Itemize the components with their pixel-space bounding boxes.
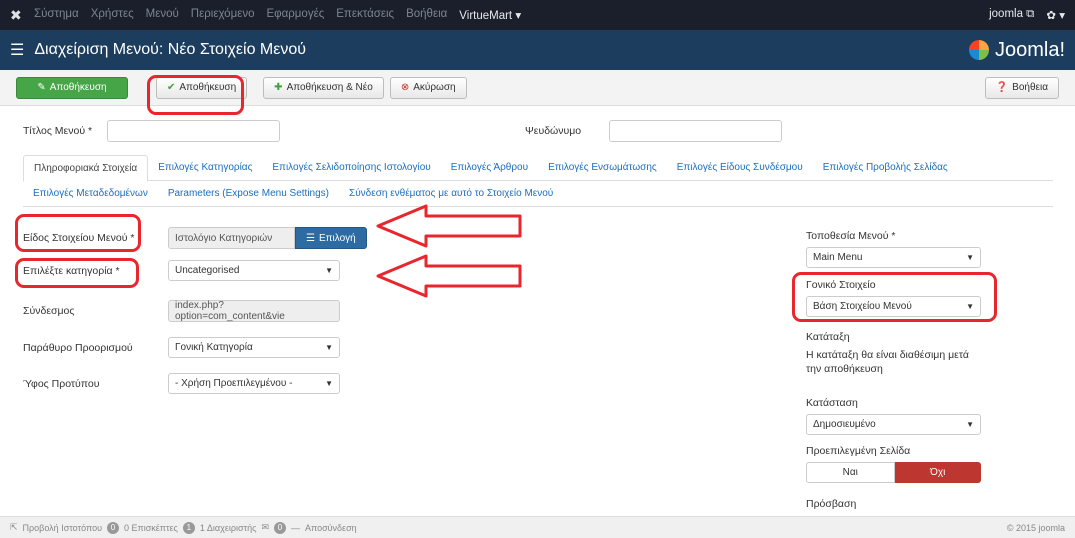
list-icon: ☰: [306, 232, 315, 244]
alias-label: Ψευδώνυμο: [525, 125, 582, 137]
tab-category-options[interactable]: Επιλογές Κατηγορίας: [148, 155, 262, 181]
envelope-icon: ✉: [261, 522, 269, 532]
joomla-brand: Joomla!: [968, 38, 1065, 62]
tab-link-type[interactable]: Επιλογές Είδους Συνδέσμου: [667, 155, 813, 181]
template-style-select[interactable]: - Χρήση Προεπιλεγμένου - ▼: [168, 373, 340, 394]
status-select[interactable]: Δημοσιευμένο ▼: [806, 414, 981, 435]
visitors-badge: 0: [107, 521, 119, 534]
alias-input[interactable]: [609, 120, 782, 142]
page-title: Διαχείριση Μενού: Νέο Στοιχείο Μενού: [34, 41, 307, 58]
highlight-category: [15, 258, 139, 288]
logout-link[interactable]: Αποσύνδεση: [305, 523, 357, 533]
select-type-button[interactable]: ☰ Επιλογή: [295, 227, 367, 249]
menu-components[interactable]: Εφαρμογές: [266, 8, 324, 22]
link-input: index.php?option=com_content&vie: [168, 300, 340, 322]
tab-integration[interactable]: Επιλογές Ενσωμάτωσης: [538, 155, 667, 181]
tab-blog-layout[interactable]: Επιλογές Σελιδοποίησης Ιστολογίου: [262, 155, 440, 181]
save-close-button[interactable]: ✎ Αποθήκευση: [16, 76, 128, 99]
ordering-note: Η κατάταξη θα είναι διαθέσιμη μετά την α…: [806, 349, 969, 375]
messages-badge: 0: [273, 521, 286, 534]
tab-expose-menu[interactable]: Parameters (Expose Menu Settings): [158, 181, 339, 207]
menu-item-type-value: Ιστολόγιο Κατηγοριών: [168, 227, 295, 249]
link-label: Σύνδεσμος: [23, 305, 75, 317]
menu-location-label: Τοποθεσία Μενού *: [806, 230, 896, 242]
menu-virtuemart[interactable]: VirtueMart ▾: [459, 8, 521, 22]
status-field: Κατάσταση Δημοσιευμένο ▼: [806, 397, 981, 435]
site-link[interactable]: joomla ⧉: [989, 8, 1034, 22]
chevron-down-icon: ▼: [325, 343, 333, 352]
ordering-field: Κατάταξη Η κατάταξη θα είναι διαθέσιμη μ…: [806, 331, 981, 381]
default-page-label: Προεπιλεγμένη Σελίδα: [806, 445, 911, 457]
highlight-parent-item: [792, 272, 997, 322]
settings-gear-icon[interactable]: ✿ ▾: [1046, 8, 1065, 22]
status-label: Κατάσταση: [806, 397, 858, 409]
question-icon: ❓: [995, 82, 1009, 93]
help-button[interactable]: ❓ Βοήθεια: [984, 76, 1059, 99]
menu-location-select[interactable]: Main Menu ▼: [806, 247, 981, 268]
title-row: Τίτλος Μενού * Ψευδώνυμο: [23, 120, 782, 142]
default-page-no-button[interactable]: Ναι: [806, 462, 895, 483]
template-style-label: Ύφος Προτύπου: [23, 377, 100, 390]
joomla-brand-icon: [968, 40, 989, 60]
highlight-save: [147, 75, 244, 115]
tab-bar: Πληροφοριακά Στοιχεία Επιλογές Κατηγορία…: [23, 154, 1053, 207]
list-menu-icon: ☰: [10, 42, 25, 59]
cancel-icon: ⊗: [400, 82, 410, 93]
menu-system[interactable]: Σύστημα: [34, 8, 79, 22]
external-link-icon: ⇱: [10, 522, 18, 532]
access-label: Πρόσβαση: [806, 498, 857, 510]
target-window-label: Παράθυρο Προορισμού: [23, 341, 133, 354]
visitors-text: 0 Επισκέπτες: [124, 522, 178, 533]
save-new-button[interactable]: ✚ Αποθήκευση & Νέο: [263, 76, 384, 99]
view-site-link[interactable]: Προβολή Ιστοτόπου: [23, 523, 102, 533]
menu-menus[interactable]: Μενού: [146, 8, 179, 22]
title-label: Τίτλος Μενού *: [23, 125, 93, 137]
menu-location-field: Τοποθεσία Μενού * Main Menu ▼: [806, 230, 981, 268]
brand-text: Joomla!: [994, 38, 1065, 61]
chevron-down-icon: ▼: [325, 379, 333, 388]
minus-icon: —: [290, 522, 300, 533]
highlight-item-type: [15, 214, 141, 252]
copyright: © 2015 joomla: [1006, 522, 1065, 533]
menu-help[interactable]: Βοήθεια: [406, 8, 447, 22]
tab-article-options[interactable]: Επιλογές Άρθρου: [441, 155, 538, 181]
chevron-down-icon: ▼: [966, 420, 974, 429]
default-page-yes-button[interactable]: Όχι: [894, 462, 981, 483]
arrow-left-icon: [376, 254, 522, 298]
default-page-toggle: Ναι Όχι: [806, 462, 981, 483]
admin-topbar: ✖ Σύστημα Χρήστες Μενού Περιεχόμενο Εφαρ…: [0, 0, 1075, 30]
field-target-window: Παράθυρο Προορισμού Γονική Κατηγορία ▼: [23, 337, 340, 358]
tab-page-display[interactable]: Επιλογές Προβολής Σελίδας: [813, 155, 958, 181]
menu-users[interactable]: Χρήστες: [91, 8, 134, 22]
page-header: ☰ Διαχείριση Μενού: Νέο Στοιχείο Μενού J…: [0, 30, 1075, 70]
admin-menu: Σύστημα Χρήστες Μενού Περιεχόμενο Εφαρμο…: [34, 8, 521, 22]
tab-metadata[interactable]: Επιλογές Μεταδεδομένων: [23, 181, 158, 207]
chevron-down-icon: ▼: [325, 266, 333, 275]
category-select[interactable]: Uncategorised ▼: [168, 260, 340, 281]
admins-badge: 1: [182, 521, 195, 534]
status-bar: ⇱ Προβολή Ιστοτόπου 0 0 Επισκέπτες 1 1 Δ…: [0, 516, 1075, 538]
target-window-select[interactable]: Γονική Κατηγορία ▼: [168, 337, 340, 358]
edit-icon: ✎: [37, 82, 46, 93]
cancel-button[interactable]: ⊗ Ακύρωση: [389, 76, 467, 99]
menu-extensions[interactable]: Επεκτάσεις: [336, 8, 394, 22]
chevron-down-icon: ▼: [966, 253, 974, 262]
joomla-logo-icon[interactable]: ✖: [10, 7, 34, 24]
field-link: Σύνδεσμος index.php?option=com_content&v…: [23, 300, 340, 322]
plus-icon: ✚: [274, 82, 283, 93]
menu-content[interactable]: Περιεχόμενο: [191, 8, 255, 22]
default-page-field: Προεπιλεγμένη Σελίδα Ναι Όχι: [806, 445, 981, 483]
ordering-label: Κατάταξη: [806, 331, 850, 343]
title-input[interactable]: [107, 120, 280, 142]
tab-details[interactable]: Πληροφοριακά Στοιχεία: [23, 154, 149, 182]
field-template-style: Ύφος Προτύπου - Χρήση Προεπιλεγμένου - ▼: [23, 373, 340, 394]
access-field: Πρόσβαση: [806, 498, 981, 515]
arrow-left-icon: [376, 204, 522, 248]
admins-text: 1 Διαχειριστής: [199, 522, 257, 533]
